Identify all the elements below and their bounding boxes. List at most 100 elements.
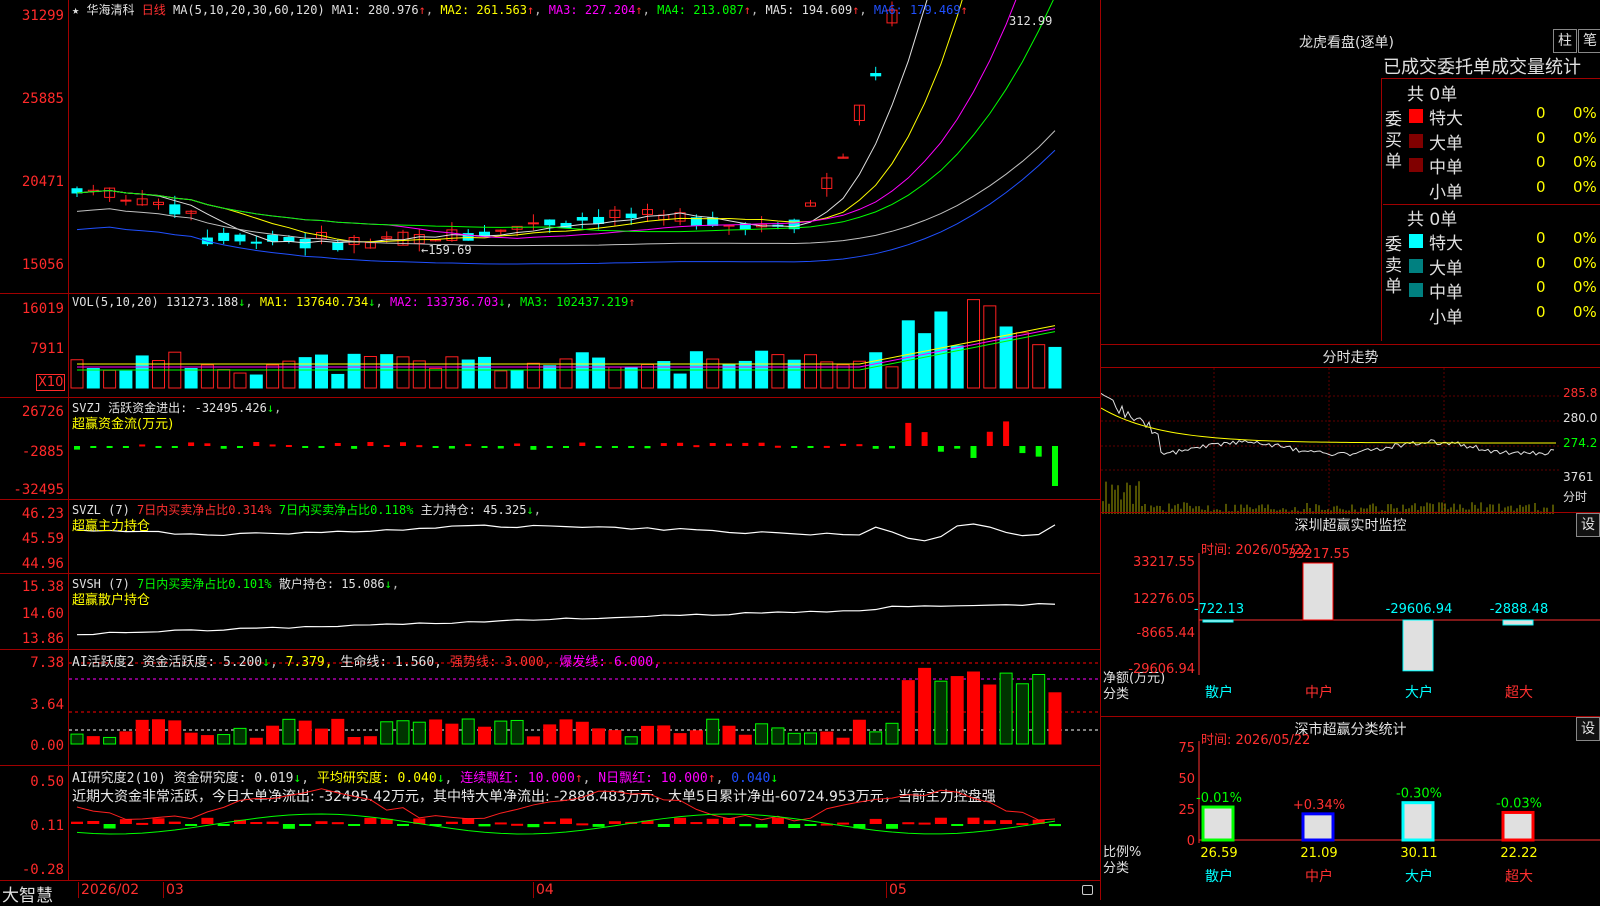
intraday-panel[interactable]: 分时走势 285.8 280.0 274.2 3761 分时 bbox=[1100, 344, 1600, 514]
net-tick: 33217.55 bbox=[1133, 555, 1195, 570]
volume-bar bbox=[396, 356, 410, 389]
activity-bar bbox=[266, 725, 280, 745]
svzl-tick: 44.96 bbox=[21, 556, 64, 572]
ma1-value: MA1: 280.976 bbox=[331, 3, 419, 17]
color-swatch bbox=[1409, 133, 1423, 148]
ratio-value: 30.11 bbox=[1400, 846, 1437, 861]
kline-panel[interactable]: 31299 25885 20471 15056 ★ 华海清科 日线 MA(5,1… bbox=[0, 0, 1100, 294]
category-label: 大户 bbox=[1405, 868, 1433, 885]
flow-bar bbox=[774, 445, 781, 448]
kline-plot[interactable]: 312.99 ←159.69 bbox=[69, 0, 1100, 293]
color-swatch bbox=[1409, 234, 1423, 248]
buy-row-pct: 0% bbox=[1573, 128, 1597, 147]
flow-bar bbox=[253, 442, 260, 446]
favorite-star-icon[interactable]: ★ bbox=[72, 3, 79, 17]
activity-bar bbox=[184, 732, 198, 745]
research-bar bbox=[869, 818, 882, 824]
flow-bar bbox=[807, 446, 814, 448]
research-bar bbox=[348, 824, 361, 826]
activity-bar bbox=[901, 680, 915, 745]
ma2-value: MA2: 261.563 bbox=[440, 3, 528, 17]
svzl-a: 7日内买卖净占比0.314% bbox=[137, 503, 272, 517]
volume-bar bbox=[429, 367, 443, 389]
lhb-panel: 龙虎看盘(逐单) 柱 笔 已成交委托单成交量统计 委买单 委卖单 共 0单 共 … bbox=[1100, 0, 1600, 344]
category-label: 中户 bbox=[1305, 684, 1333, 701]
sell-row-count: 0 bbox=[1536, 229, 1546, 247]
brand-label[interactable]: 大智慧 bbox=[2, 881, 53, 906]
volume-bar bbox=[510, 369, 524, 389]
category-label: 散户 bbox=[1205, 868, 1233, 885]
volume-bar bbox=[559, 358, 573, 389]
sz-ratio-chart: 75 50 25 0 -0.01% 26.59 散户 +0.34% 21.09 中户 -0.30% 3… bbox=[1178, 741, 1600, 885]
volume-bar bbox=[331, 373, 345, 389]
ai1-c: 生命线: 1.560, bbox=[340, 655, 443, 670]
activity-bar bbox=[445, 723, 459, 745]
buy-row-count: 0 bbox=[1536, 128, 1546, 147]
sell-row: 大单 0 0% bbox=[1383, 254, 1600, 279]
research-bar bbox=[592, 824, 605, 827]
bar-mode-button[interactable]: 柱 bbox=[1553, 29, 1577, 53]
category-label: 超大 bbox=[1505, 869, 1533, 885]
volume-bar bbox=[184, 368, 198, 389]
candle bbox=[218, 232, 230, 241]
ai2-tick: 0.11 bbox=[30, 818, 64, 834]
flow-bar bbox=[693, 445, 700, 448]
volume-panel[interactable]: 16019 7911 X10 VOL(5,10,20) 131273.188↓,… bbox=[0, 294, 1100, 398]
svzj-panel[interactable]: 26726 -2885 -32495 SVZJ 活跃资金进出: -32495.4… bbox=[0, 398, 1100, 500]
stock-name[interactable]: 华海清科 bbox=[86, 3, 134, 17]
activity-bar bbox=[1015, 683, 1029, 745]
research-bar bbox=[608, 821, 621, 824]
sell-row-name: 中单 bbox=[1429, 283, 1463, 303]
flow-bar bbox=[514, 443, 521, 446]
net-bar bbox=[1502, 619, 1534, 626]
research-bar bbox=[690, 822, 703, 825]
sell-row: 特大 0 0% bbox=[1383, 229, 1600, 254]
ai1-d: 强势线: 3.000, bbox=[449, 655, 552, 670]
flow-bar bbox=[791, 446, 798, 448]
sz-class-panel[interactable]: 深市超赢分类统计 设 时间: 2026/05/22 比例% 分类 75 50 25 0… bbox=[1100, 716, 1600, 900]
flow-bar bbox=[334, 442, 341, 446]
research-bar bbox=[136, 822, 149, 825]
net-tick: -29606.94 bbox=[1128, 662, 1195, 677]
sz-monitor-panel[interactable]: 深圳超赢实时监控 设 时间: 2026/05/22 净额(万元) 分类 3321… bbox=[1100, 512, 1600, 716]
research-bar bbox=[217, 824, 230, 826]
main-holding-line bbox=[76, 523, 1056, 542]
low-price-label: ←159.69 bbox=[421, 243, 472, 257]
volume-bar bbox=[983, 305, 997, 389]
lock-icon[interactable] bbox=[1082, 885, 1093, 895]
lhb-title: 龙虎看盘(逐单) bbox=[1299, 35, 1394, 51]
buy-row-pct: 0% bbox=[1573, 104, 1597, 122]
ma-label: MA(5,10,20,30,60,120) bbox=[172, 3, 325, 17]
volume-plot[interactable] bbox=[69, 294, 1100, 397]
period-label[interactable]: 日线 bbox=[142, 3, 166, 17]
flow-bar bbox=[986, 431, 993, 446]
svzl-tick: 45.59 bbox=[21, 531, 64, 547]
intraday-plot[interactable]: 285.8 280.0 274.2 3761 分时 bbox=[1100, 367, 1600, 514]
activity-bar bbox=[836, 737, 850, 745]
vol-ma3: MA3: 102437.219 bbox=[520, 295, 629, 309]
svzl-panel[interactable]: 46.23 45.59 44.96 SVZL (7) 7日内买卖净占比0.314… bbox=[0, 500, 1100, 574]
vol-ma2: MA2: 133736.703 bbox=[389, 295, 499, 309]
tick-mode-button[interactable]: 笔 bbox=[1578, 29, 1600, 53]
ai2-tick: 0.50 bbox=[30, 774, 64, 790]
ai1-tick: 3.64 bbox=[30, 697, 64, 713]
flow-bar bbox=[448, 446, 455, 449]
svzj-subtitle: 超赢资金流(万元) bbox=[72, 417, 174, 432]
research-line bbox=[76, 788, 1056, 822]
candle bbox=[576, 217, 588, 221]
buy-total: 共 0单 bbox=[1407, 85, 1458, 105]
kline-header: ★ 华海清科 日线 MA(5,10,20,30,60,120) MA1: 280… bbox=[72, 3, 968, 17]
flow-bar bbox=[1052, 446, 1058, 486]
net-bar-value: -29606.94 bbox=[1386, 602, 1453, 617]
intraday-tick: 285.8 bbox=[1563, 386, 1598, 400]
ai1-tick: 0.00 bbox=[30, 738, 64, 754]
research-bar bbox=[755, 824, 768, 828]
color-swatch bbox=[1409, 283, 1423, 297]
research-bar bbox=[250, 822, 263, 825]
buy-row-name: 小单 bbox=[1429, 182, 1463, 203]
ai-research-panel[interactable]: 0.50 0.11 -0.28 AI研究度2(10) 资金研究度: 0.019↓… bbox=[0, 766, 1100, 880]
activity-bar bbox=[804, 732, 817, 745]
ai-activity-panel[interactable]: 7.38 3.64 0.00 AI活跃度2 资金活跃度: 5.200↓, 7.3… bbox=[0, 650, 1100, 766]
svsh-panel[interactable]: 15.38 14.60 13.86 SVSH (7) 7日内买卖净占比0.101… bbox=[0, 574, 1100, 650]
ratio-delta: +0.34% bbox=[1293, 798, 1345, 813]
